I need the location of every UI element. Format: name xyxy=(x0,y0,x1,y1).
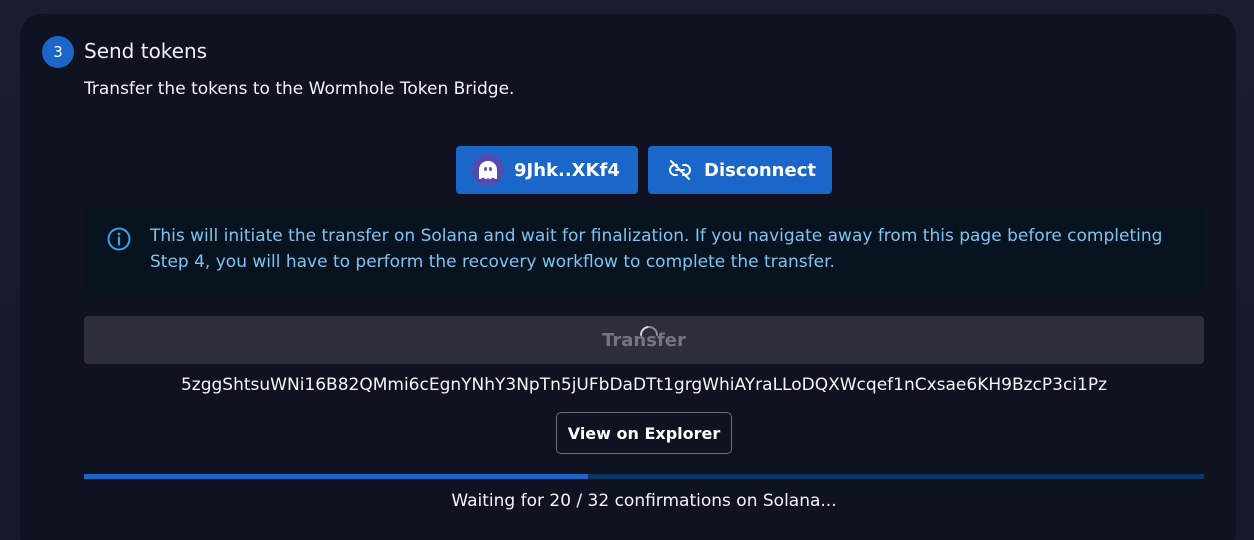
wallet-controls: 9Jhk..XKf4 Disconnect xyxy=(456,146,832,194)
disconnect-button[interactable]: Disconnect xyxy=(648,146,832,194)
step-title[interactable]: Send tokens xyxy=(84,36,207,66)
confirmation-status-text: Waiting for 20 / 32 confirmations on Sol… xyxy=(451,491,837,511)
spinner-icon xyxy=(636,322,662,348)
phantom-ghost-icon xyxy=(472,154,504,186)
disconnect-label: Disconnect xyxy=(704,159,816,181)
confirmation-progress-fill xyxy=(84,474,588,479)
confirmation-progress-bar xyxy=(84,474,1204,479)
wallet-address-label: 9Jhk..XKf4 xyxy=(514,159,620,181)
view-on-explorer-button[interactable]: View on Explorer xyxy=(556,412,732,454)
info-alert: This will initiate the transfer on Solan… xyxy=(84,207,1204,293)
step-card: 3 Send tokens Transfer the tokens to the… xyxy=(20,14,1236,540)
transaction-hash: 5zggShtsuWNi16B82QMmi6cEgnYNhY3NpTn5jUFb… xyxy=(180,375,1108,395)
step-number-badge: 3 xyxy=(42,36,74,68)
info-alert-text: This will initiate the transfer on Solan… xyxy=(150,226,1163,272)
page: 3 Send tokens Transfer the tokens to the… xyxy=(0,0,1254,540)
step-description: Transfer the tokens to the Wormhole Toke… xyxy=(84,79,515,99)
unlink-icon xyxy=(668,158,692,182)
transfer-button[interactable]: Transfer xyxy=(84,316,1204,364)
info-icon xyxy=(106,226,132,252)
wallet-address-button[interactable]: 9Jhk..XKf4 xyxy=(456,146,638,194)
